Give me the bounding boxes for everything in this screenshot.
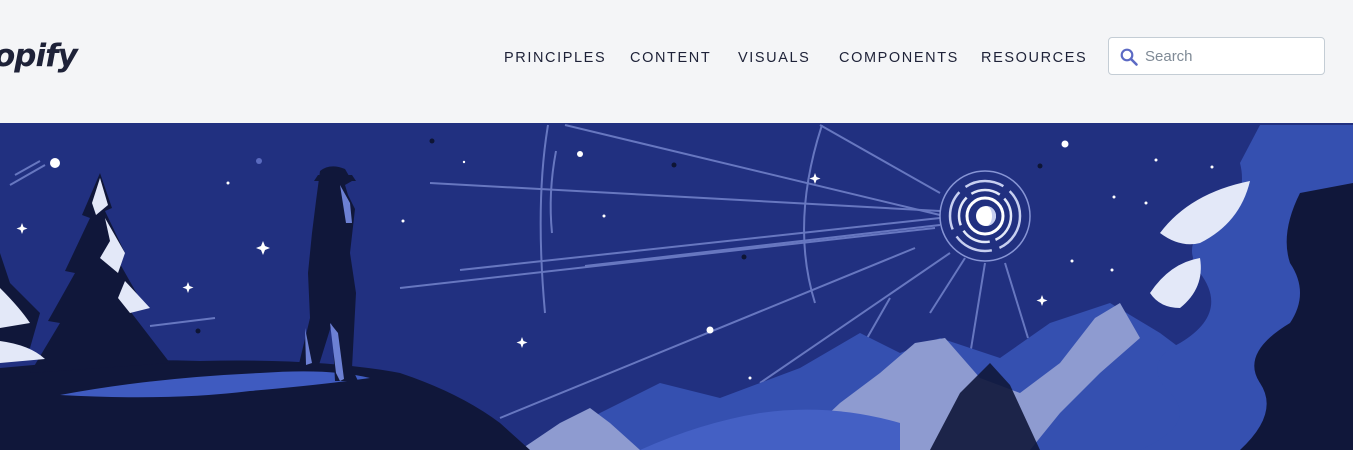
- search-input[interactable]: [1145, 38, 1315, 74]
- nav-item-principles[interactable]: PRINCIPLES: [504, 50, 606, 66]
- site-header: opify PRINCIPLES CONTENT VISUALS COMPONE…: [0, 0, 1353, 123]
- search-box[interactable]: [1108, 37, 1325, 75]
- hero-illustration: [0, 123, 1353, 450]
- nav-item-components[interactable]: COMPONENTS: [839, 50, 959, 66]
- search-icon: [1120, 48, 1138, 66]
- nav-item-resources[interactable]: RESOURCES: [981, 50, 1087, 66]
- logo[interactable]: opify: [0, 38, 78, 74]
- nav-item-visuals[interactable]: VISUALS: [738, 50, 810, 66]
- nav-item-content[interactable]: CONTENT: [630, 50, 711, 66]
